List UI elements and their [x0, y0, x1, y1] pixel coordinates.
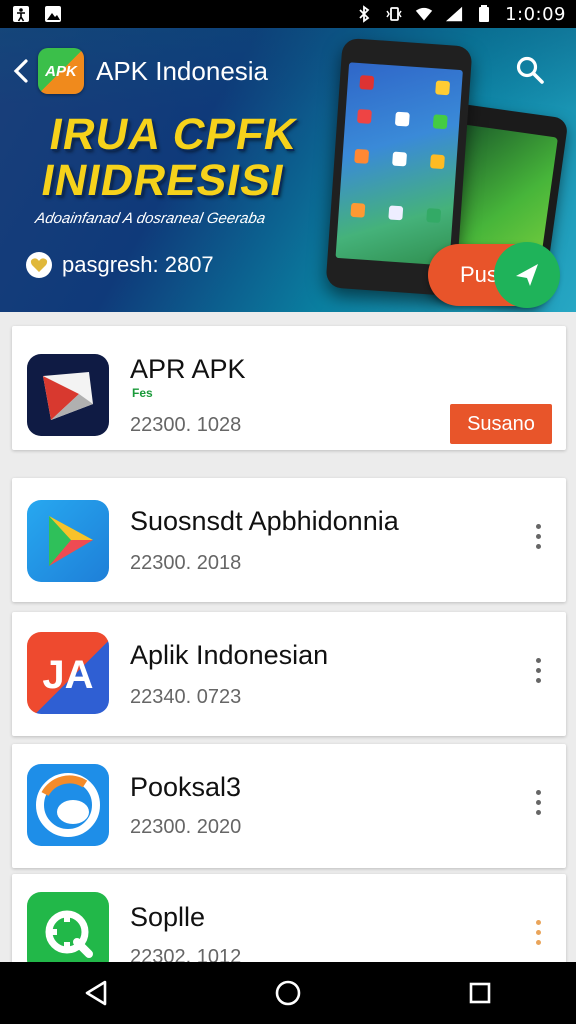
app-date: 22300. 1028: [130, 414, 242, 436]
search-icon: [516, 56, 544, 84]
share-icon: [494, 242, 560, 308]
promo-meta: pasgresh: 2807: [26, 252, 214, 278]
battery-icon: [475, 5, 493, 23]
more-options-icon[interactable]: [528, 912, 548, 952]
search-button[interactable]: [510, 50, 550, 90]
circle-home-icon: [275, 980, 301, 1006]
promo-meta-text: pasgresh: 2807: [62, 252, 214, 277]
navigation-bar: [0, 962, 576, 1024]
app-date: 22340. 0723: [130, 686, 242, 708]
home-nav-button[interactable]: [258, 968, 318, 1018]
app-name: Suosnsdt Apbhidonnia: [130, 506, 399, 536]
hero-banner[interactable]: APK APK Indonesia IRUA CPFK INIDRESISI A…: [0, 28, 576, 312]
more-options-icon[interactable]: [528, 516, 548, 556]
promo-subline: Adoainfanad A dosraneal Geeraba: [33, 210, 267, 227]
list-item[interactable]: JA Aplik Indonesian 22340. 0723: [12, 612, 566, 736]
app-name: Soplle: [130, 902, 206, 932]
triangle-back-icon: [85, 980, 107, 1006]
back-nav-button[interactable]: [66, 968, 126, 1018]
status-bar: 1:0:09: [0, 0, 576, 28]
svg-text:JA: JA: [42, 653, 93, 697]
back-arrow-icon: [13, 59, 28, 83]
app-icon: [27, 500, 109, 582]
image-icon: [44, 5, 62, 23]
install-button[interactable]: Susano: [450, 404, 552, 444]
app-tag: Fes: [132, 386, 153, 400]
heart-icon: [26, 252, 52, 278]
app-name: Pooksal3: [130, 772, 242, 802]
accessibility-icon: [12, 5, 30, 23]
promo-headline-line2: INIDRESISI: [37, 156, 289, 205]
more-options-icon[interactable]: [528, 650, 548, 690]
app-icon: JA: [27, 632, 109, 714]
app-date: 22300. 2018: [130, 552, 242, 574]
signal-icon: [445, 5, 463, 23]
clock: 1:0:09: [505, 3, 566, 25]
more-options-icon[interactable]: [528, 782, 548, 822]
back-button[interactable]: [6, 51, 36, 91]
app-icon: [27, 764, 109, 846]
app-name: Aplik Indonesian: [130, 640, 329, 670]
app-bar: APK APK Indonesia: [0, 46, 576, 96]
bluetooth-icon: [355, 5, 373, 23]
list-item[interactable]: Suosnsdt Apbhidonnia 22300. 2018: [12, 478, 566, 602]
pus-button-label: Pus: [460, 262, 498, 287]
wifi-icon: [415, 5, 433, 23]
recents-nav-button[interactable]: [450, 968, 510, 1018]
square-recents-icon: [469, 982, 491, 1004]
vibrate-icon: [385, 5, 403, 23]
list-item[interactable]: Pooksal3 22300. 2020: [12, 744, 566, 868]
app-logo-text: APK: [45, 62, 77, 80]
app-name: APR APK: [130, 354, 246, 384]
list-item[interactable]: APR APK Fes 22300. 1028 Susano: [12, 326, 566, 450]
promo-headline: IRUA CPFK INIDRESISI Adoainfanad A dosra…: [33, 110, 302, 227]
app-title: APK Indonesia: [96, 55, 269, 86]
promo-headline-line1: IRUA CPFK: [45, 110, 302, 159]
app-icon: [27, 354, 109, 436]
pus-button[interactable]: Pus: [428, 242, 560, 308]
app-date: 22300. 2020: [130, 816, 242, 838]
app-logo: APK: [38, 48, 84, 94]
